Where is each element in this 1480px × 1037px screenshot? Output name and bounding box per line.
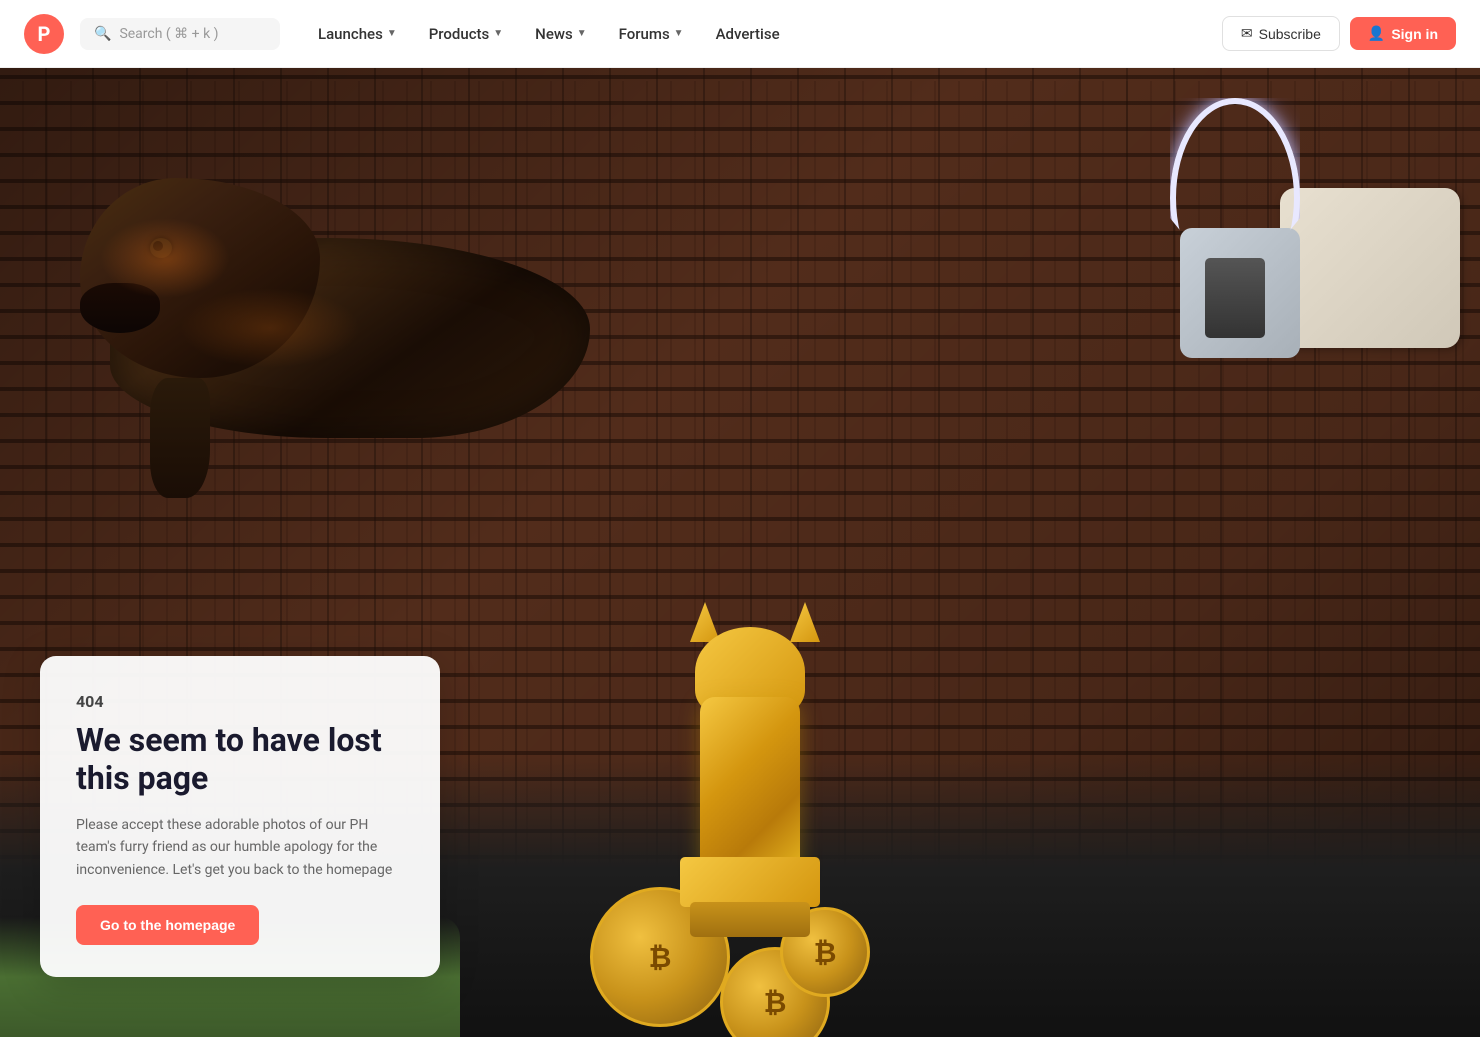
neon-light-sculpture [1150,78,1330,358]
error-code: 404 [76,692,404,711]
nav-advertise-label: Advertise [716,25,780,43]
signin-icon: 👤 [1368,25,1385,42]
logo-icon[interactable]: P [24,14,64,54]
logo[interactable]: P [24,14,64,54]
gold-cat-trophy [680,657,840,937]
trophy-pedestal [690,902,810,937]
error-description: Please accept these adorable photos of o… [76,814,404,881]
trophy-ear-right [790,602,820,642]
nav-products-label: Products [429,25,490,43]
subscribe-icon: ✉ [1241,25,1253,42]
error-title: We seem to have lost this page [76,721,404,798]
dog-fur-tan2 [180,288,360,368]
navbar: P 🔍 Search ( ⌘ + k ) Launches ▼ Products… [0,0,1480,68]
dog-image [50,118,750,618]
signin-label: Sign in [1391,26,1438,42]
chevron-down-icon: ▼ [674,28,684,39]
chevron-down-icon: ▼ [577,28,587,39]
nav-item-advertise[interactable]: Advertise [702,17,794,51]
nav-right: ✉ Subscribe 👤 Sign in [1222,16,1456,51]
dog-leg [150,378,210,498]
nav-links: Launches ▼ Products ▼ News ▼ Forums ▼ Ad… [304,17,1214,51]
go-to-homepage-button[interactable]: Go to the homepage [76,905,259,945]
error-card: 404 We seem to have lost this page Pleas… [40,656,440,977]
subscribe-label: Subscribe [1259,26,1321,42]
nav-item-news[interactable]: News ▼ [521,17,600,51]
nav-launches-label: Launches [318,25,383,43]
subscribe-button[interactable]: ✉ Subscribe [1222,16,1340,51]
hero-section: ₿ ₿ ₿ 404 We seem to have lost this page… [0,68,1480,1037]
signin-button[interactable]: 👤 Sign in [1350,17,1456,50]
search-icon: 🔍 [94,26,111,42]
nav-item-launches[interactable]: Launches ▼ [304,17,411,51]
search-box[interactable]: 🔍 Search ( ⌘ + k ) [80,18,280,50]
nav-item-products[interactable]: Products ▼ [415,17,517,51]
chevron-down-icon: ▼ [387,28,397,39]
nav-item-forums[interactable]: Forums ▼ [605,17,698,51]
search-placeholder: Search ( ⌘ + k ) [119,26,218,42]
dog-fur-tan [100,218,230,298]
neon-base [1205,258,1265,338]
nav-news-label: News [535,25,573,43]
trophy-body [700,697,800,877]
nav-forums-label: Forums [619,25,670,43]
trophy-base [680,857,820,907]
chevron-down-icon: ▼ [493,28,503,39]
